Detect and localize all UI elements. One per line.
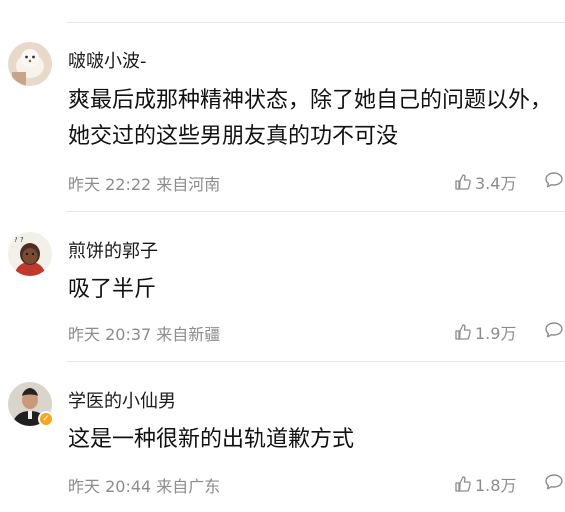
thumbs-up-icon bbox=[455, 324, 471, 340]
comment-bubble-icon bbox=[545, 474, 563, 490]
like-button[interactable]: 1.9万 bbox=[454, 320, 516, 344]
avatar[interactable] bbox=[8, 42, 52, 86]
thumbs-up-icon bbox=[455, 174, 471, 190]
comment-text: 爽最后成那种精神状态，除了她自己的问题以外，她交过的这些男朋友真的功不可没 bbox=[68, 88, 553, 149]
divider bbox=[66, 361, 565, 362]
reply-button[interactable] bbox=[544, 321, 564, 343]
reply-button[interactable] bbox=[544, 171, 564, 193]
username[interactable]: 煎饼的郭子 bbox=[68, 237, 158, 263]
comment-meta: 昨天 20:37 来自新疆 bbox=[68, 325, 221, 344]
avatar[interactable]: ? ? bbox=[8, 232, 52, 276]
reply-button[interactable] bbox=[544, 473, 564, 495]
svg-text:? ?: ? ? bbox=[14, 236, 24, 244]
like-count: 3.4万 bbox=[475, 174, 517, 193]
comment-bubble-icon bbox=[545, 172, 563, 188]
like-count: 1.8万 bbox=[475, 476, 517, 495]
comment-meta: 昨天 22:22 来自河南 bbox=[68, 175, 221, 194]
comment-bubble-icon bbox=[545, 322, 563, 338]
like-count: 1.9万 bbox=[475, 324, 517, 343]
comment-meta: 昨天 20:44 来自广东 bbox=[68, 477, 221, 496]
top-divider bbox=[66, 22, 565, 23]
like-button[interactable]: 1.8万 bbox=[454, 472, 516, 496]
comment-text: 吸了半斤 bbox=[68, 277, 157, 302]
verified-badge-icon: ✓ bbox=[38, 411, 54, 427]
avatar-icon bbox=[8, 42, 52, 86]
like-button[interactable]: 3.4万 bbox=[454, 170, 516, 194]
thumbs-up-icon bbox=[455, 476, 471, 492]
username[interactable]: 啵啵小波- bbox=[68, 47, 147, 73]
avatar-icon: ? ? bbox=[8, 232, 52, 276]
divider bbox=[66, 211, 565, 212]
username[interactable]: 学医的小仙男 bbox=[68, 387, 176, 413]
comment-text: 这是一种很新的出轨道歉方式 bbox=[68, 427, 355, 452]
